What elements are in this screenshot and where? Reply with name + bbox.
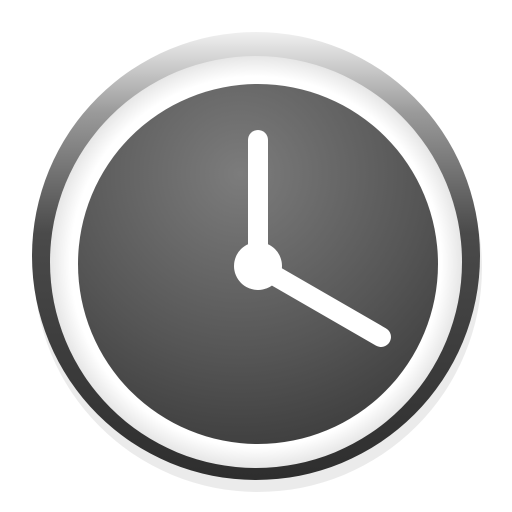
clock-icon <box>32 32 482 492</box>
clock-hub <box>234 242 282 290</box>
clock-app-icon[interactable] <box>0 0 512 512</box>
